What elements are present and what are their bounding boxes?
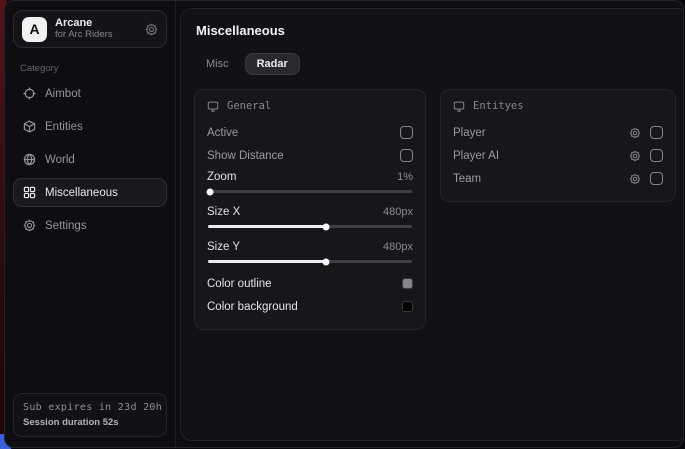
setting-row-color-background: Color background	[207, 295, 413, 318]
setting-row-active: Active	[207, 121, 413, 144]
color-background-swatch[interactable]	[402, 301, 413, 312]
team-checkbox[interactable]	[650, 172, 663, 185]
gear-icon[interactable]	[629, 127, 641, 139]
player-checkbox[interactable]	[650, 126, 663, 139]
tab-radar[interactable]: Radar	[245, 53, 300, 75]
entity-label: Player	[453, 127, 486, 139]
setting-label: Active	[207, 127, 238, 139]
gear-icon[interactable]	[629, 173, 641, 185]
sidebar-item-label: Miscellaneous	[45, 187, 118, 199]
entity-label: Player AI	[453, 150, 499, 162]
gear-icon[interactable]	[629, 150, 641, 162]
slider-fill	[208, 260, 326, 263]
setting-row-size-x: Size X 480px	[207, 202, 413, 222]
sidebar-item-label: Aimbot	[45, 88, 81, 100]
zoom-value: 1%	[397, 171, 413, 183]
sidebar-item-entities[interactable]: Entities	[13, 112, 167, 141]
main-content: Miscellaneous Misc Radar General	[176, 1, 684, 447]
gear-icon[interactable]	[145, 23, 158, 36]
app-logo: A	[22, 17, 47, 42]
setting-label: Size Y	[207, 241, 240, 253]
category-label: Category	[20, 63, 167, 74]
sidebar-item-label: Entities	[45, 121, 83, 133]
sidebar-item-label: World	[45, 154, 75, 166]
subscription-card: Sub expires in 23d 20h Session duration …	[13, 393, 167, 437]
app-header-card: A Arcane for Arc Riders	[13, 10, 167, 48]
setting-row-color-outline: Color outline	[207, 272, 413, 295]
app-meta: Arcane for Arc Riders	[55, 17, 113, 41]
app-window: A Arcane for Arc Riders Category Aimbot	[4, 0, 684, 448]
size-y-slider[interactable]	[208, 260, 412, 263]
sidebar-item-aimbot[interactable]: Aimbot	[13, 79, 167, 108]
sub-expiry-text: Sub expires in 23d 20h	[23, 402, 157, 413]
tab-bar: Misc Radar	[194, 53, 676, 75]
general-card: General Active Show Distance Zoom 1%	[194, 89, 426, 330]
page-title: Miscellaneous	[196, 23, 676, 38]
app-subtitle: for Arc Riders	[55, 30, 113, 41]
entity-row-player: Player	[453, 121, 663, 144]
general-card-title: General	[227, 100, 271, 112]
zoom-slider[interactable]	[208, 190, 412, 193]
setting-label: Size X	[207, 206, 240, 218]
general-card-header: General	[207, 100, 413, 112]
crosshair-icon	[23, 87, 36, 100]
color-outline-swatch[interactable]	[402, 278, 413, 289]
app-name: Arcane	[55, 17, 113, 30]
sidebar-item-miscellaneous[interactable]: Miscellaneous	[13, 178, 167, 207]
size-x-value: 480px	[383, 206, 413, 218]
setting-row-zoom: Zoom 1%	[207, 167, 413, 187]
session-duration-text: Session duration 52s	[23, 417, 157, 428]
entity-label: Team	[453, 173, 481, 185]
gear-icon	[23, 219, 36, 232]
entities-icon	[23, 120, 36, 133]
sidebar-item-settings[interactable]: Settings	[13, 211, 167, 240]
entity-row-team: Team	[453, 167, 663, 190]
player-ai-checkbox[interactable]	[650, 149, 663, 162]
panel-icon	[207, 100, 219, 112]
entities-card-title: Entityes	[473, 100, 524, 112]
main-panel: Miscellaneous Misc Radar General	[180, 8, 684, 441]
monitor-icon	[453, 100, 465, 112]
setting-label: Color outline	[207, 278, 272, 290]
setting-row-size-y: Size Y 480px	[207, 237, 413, 257]
grid-icon	[23, 186, 36, 199]
setting-label: Color background	[207, 301, 298, 313]
tab-misc[interactable]: Misc	[194, 53, 241, 75]
sidebar-item-world[interactable]: World	[13, 145, 167, 174]
slider-thumb[interactable]	[207, 188, 214, 195]
cards-row: General Active Show Distance Zoom 1%	[194, 89, 676, 330]
entity-row-player-ai: Player AI	[453, 144, 663, 167]
entities-card: Entityes Player	[440, 89, 676, 202]
slider-thumb[interactable]	[323, 258, 330, 265]
entities-card-header: Entityes	[453, 100, 663, 112]
slider-thumb[interactable]	[323, 223, 330, 230]
globe-icon	[23, 153, 36, 166]
setting-label: Zoom	[207, 171, 236, 183]
size-y-value: 480px	[383, 241, 413, 253]
slider-fill	[208, 225, 326, 228]
sidebar-item-label: Settings	[45, 220, 87, 232]
sidebar: A Arcane for Arc Riders Category Aimbot	[5, 1, 176, 447]
size-x-slider[interactable]	[208, 225, 412, 228]
setting-row-show-distance: Show Distance	[207, 144, 413, 167]
setting-label: Show Distance	[207, 150, 284, 162]
active-checkbox[interactable]	[400, 126, 413, 139]
show-distance-checkbox[interactable]	[400, 149, 413, 162]
